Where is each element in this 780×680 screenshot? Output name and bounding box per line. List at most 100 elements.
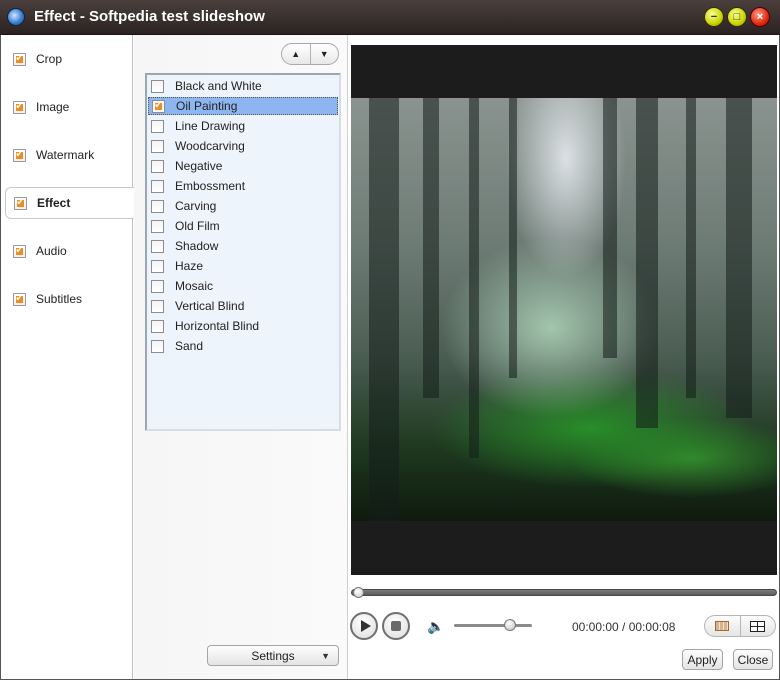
list-item[interactable]: Line Drawing <box>148 117 338 135</box>
list-item[interactable]: Mosaic <box>148 277 338 295</box>
title-bar: Effect - Softpedia test slideshow − □ × <box>0 0 780 35</box>
sidebar-item-effect[interactable]: Effect <box>5 187 135 219</box>
effect-label: Haze <box>175 259 204 273</box>
minimize-icon: − <box>710 11 718 23</box>
close-icon: × <box>756 11 764 23</box>
tree-trunk <box>636 98 658 428</box>
effect-label: Vertical Blind <box>175 299 245 313</box>
effect-checkbox[interactable] <box>151 259 164 273</box>
apply-button[interactable]: Apply <box>682 649 723 670</box>
move-down-button[interactable]: ▼ <box>309 44 339 64</box>
sidebar-item-label: Image <box>36 100 70 114</box>
play-button[interactable] <box>350 612 378 640</box>
speaker-icon[interactable]: 🔈 <box>427 618 444 635</box>
effect-checkbox[interactable] <box>152 98 165 113</box>
minimize-button[interactable]: − <box>704 7 724 27</box>
effect-checkbox[interactable] <box>151 119 164 133</box>
effect-label: Carving <box>175 199 217 213</box>
effect-checkbox[interactable] <box>151 299 164 313</box>
effect-checkbox[interactable] <box>151 159 164 173</box>
preview-image <box>351 98 777 521</box>
effect-checkbox[interactable] <box>151 199 164 213</box>
effect-checkbox[interactable] <box>151 339 164 353</box>
play-icon <box>360 620 371 632</box>
volume-slider[interactable] <box>454 619 532 631</box>
apply-label: Apply <box>687 652 718 667</box>
list-item[interactable]: Vertical Blind <box>148 297 338 315</box>
list-item[interactable]: Woodcarving <box>148 137 338 155</box>
filmstrip-icon <box>715 621 730 631</box>
effect-checkbox[interactable] <box>151 79 164 93</box>
checkbox-watermark[interactable] <box>13 147 26 162</box>
sidebar-item-label: Subtitles <box>36 292 83 306</box>
filmstrip-view-button[interactable] <box>705 616 740 636</box>
effect-checkbox[interactable] <box>151 279 164 293</box>
tree-trunk <box>726 98 752 418</box>
checkbox-image[interactable] <box>13 99 26 114</box>
list-item[interactable]: Black and White <box>148 77 338 95</box>
checkbox-subtitles[interactable] <box>13 291 26 306</box>
sidebar-item-label: Watermark <box>36 148 95 162</box>
timeline-handle[interactable] <box>353 587 364 598</box>
effect-checkbox[interactable] <box>151 219 164 233</box>
sidebar-item-subtitles[interactable]: Subtitles <box>5 283 133 315</box>
film-reel-icon <box>7 8 25 26</box>
stop-button[interactable] <box>382 612 410 640</box>
effect-checkbox[interactable] <box>151 179 164 193</box>
sidebar-item-label: Audio <box>36 244 67 258</box>
list-item[interactable]: Horizontal Blind <box>148 317 338 335</box>
effect-checkbox[interactable] <box>151 319 164 333</box>
list-item[interactable]: Negative <box>148 157 338 175</box>
preview-area <box>351 45 777 575</box>
settings-dropdown-button[interactable]: Settings ▼ <box>207 645 339 666</box>
move-up-button[interactable]: ▲ <box>282 44 310 64</box>
tree-trunk <box>423 98 439 398</box>
effect-label: Line Drawing <box>175 119 246 133</box>
close-label: Close <box>737 652 769 667</box>
effect-label: Woodcarving <box>175 139 245 153</box>
effect-checkbox[interactable] <box>151 239 164 253</box>
effect-label: Shadow <box>175 239 219 253</box>
chevron-down-icon: ▼ <box>321 651 330 661</box>
list-item[interactable]: Carving <box>148 197 338 215</box>
effects-panel: ▲ ▼ Black and White Oil Painting Line Dr… <box>134 35 348 679</box>
close-window-button[interactable]: × <box>750 7 770 27</box>
close-button[interactable]: Close <box>733 649 773 670</box>
list-item[interactable]: Sand <box>148 337 338 355</box>
sidebar-item-label: Effect <box>37 196 71 210</box>
sidebar-item-image[interactable]: Image <box>5 91 133 123</box>
sidebar-item-crop[interactable]: Crop <box>5 43 133 75</box>
tree-trunk <box>686 98 696 398</box>
checkbox-effect[interactable] <box>14 195 27 210</box>
sidebar-item-label: Crop <box>36 52 63 66</box>
maximize-button[interactable]: □ <box>727 7 747 27</box>
effect-label: Oil Painting <box>176 99 238 113</box>
window-title: Effect - Softpedia test slideshow <box>34 8 265 25</box>
tree-trunk <box>509 98 517 378</box>
grid-view-button[interactable] <box>739 616 776 636</box>
timeline-slider[interactable] <box>351 587 777 598</box>
view-toggle <box>704 615 776 637</box>
list-item[interactable]: Embossment <box>148 177 338 195</box>
settings-label: Settings <box>251 648 295 663</box>
sidebar-item-audio[interactable]: Audio <box>5 235 133 267</box>
effect-label: Horizontal Blind <box>175 319 260 333</box>
tree-trunk <box>369 98 399 521</box>
reorder-buttons: ▲ ▼ <box>281 43 339 65</box>
checkbox-audio[interactable] <box>13 243 26 258</box>
list-item[interactable]: Old Film <box>148 217 338 235</box>
effect-label: Embossment <box>175 179 246 193</box>
effect-label: Black and White <box>175 79 262 93</box>
time-display: 00:00:00 / 00:00:08 <box>572 620 676 634</box>
maximize-icon: □ <box>733 11 741 23</box>
sidebar: Crop Image Watermark Effect Audio Subtit… <box>1 35 135 679</box>
list-item-selected[interactable]: Oil Painting <box>148 97 338 115</box>
effect-checkbox[interactable] <box>151 139 164 153</box>
checkbox-crop[interactable] <box>13 51 26 66</box>
arrow-up-icon: ▲ <box>291 49 301 59</box>
list-item[interactable]: Shadow <box>148 237 338 255</box>
effect-list[interactable]: Black and White Oil Painting Line Drawin… <box>145 73 341 431</box>
list-item[interactable]: Haze <box>148 257 338 275</box>
sidebar-item-watermark[interactable]: Watermark <box>5 139 133 171</box>
arrow-down-icon: ▼ <box>319 49 329 59</box>
